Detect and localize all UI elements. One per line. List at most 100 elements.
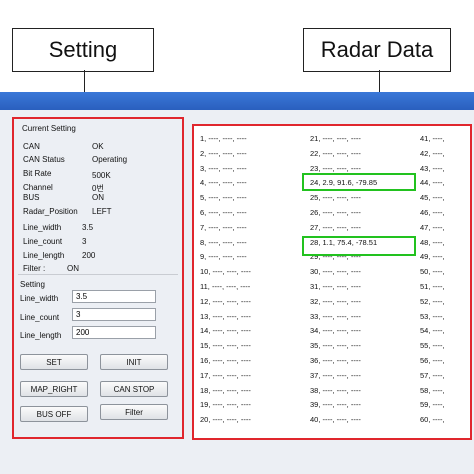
line-count-input[interactable]: 3 bbox=[72, 308, 156, 321]
set-button[interactable]: SET bbox=[20, 354, 88, 370]
radar-row: 23, ----, ----, ---- bbox=[310, 163, 361, 173]
radar-row: 41, ----, bbox=[420, 134, 445, 143]
label-bit-rate: Bit Rate bbox=[23, 169, 52, 178]
radar-row: 52, ----, bbox=[420, 296, 445, 306]
highlight-track-24 bbox=[302, 173, 416, 191]
radar-row: 10, ----, ----, ---- bbox=[200, 267, 251, 277]
filter-button-label: Filter bbox=[125, 407, 143, 417]
radar-row: 21, ----, ----, ---- bbox=[310, 134, 361, 143]
radar-row: 12, ----, ----, ---- bbox=[200, 296, 251, 306]
radar-row: 36, ----, ----, ---- bbox=[310, 356, 361, 365]
radar-row: 15, ----, ----, ---- bbox=[200, 341, 251, 351]
radar-row: 45, ----, bbox=[420, 193, 445, 203]
settings-divider bbox=[18, 274, 178, 275]
radar-row: 1, ----, ----, ---- bbox=[200, 134, 247, 143]
value-can-status: Operating bbox=[92, 155, 128, 164]
radar-row: 17, ----, ----, ---- bbox=[200, 370, 251, 380]
label-can-status: CAN Status bbox=[23, 155, 65, 164]
radar-row: 42, ----, bbox=[420, 148, 445, 158]
label-line-length: Line_length bbox=[23, 251, 65, 260]
label-line-count: Line_count bbox=[23, 237, 63, 246]
radar-row: 30, ----, ----, ---- bbox=[310, 267, 361, 277]
radar-data-callout-label: Radar Data bbox=[320, 37, 434, 62]
radar-row: 3, ----, ----, ---- bbox=[200, 163, 247, 173]
line-count-input-value: 3 bbox=[76, 310, 81, 319]
radar-row: 60, ----, bbox=[420, 415, 445, 425]
radar-row: 34, ----, ----, ---- bbox=[310, 326, 361, 336]
bus-off-button[interactable]: BUS OFF bbox=[20, 406, 88, 422]
value-can: OK bbox=[92, 142, 104, 151]
radar-row: 6, ----, ----, ---- bbox=[200, 208, 247, 217]
window-titlebar[interactable] bbox=[0, 92, 474, 110]
radar-row: 27, ----, ----, ---- bbox=[310, 222, 361, 232]
label-filter: Filter : bbox=[23, 264, 46, 273]
line-width-input-value: 3.5 bbox=[76, 292, 88, 301]
label-line-length-input: Line_length bbox=[20, 331, 62, 340]
line-width-input[interactable]: 3.5 bbox=[72, 290, 156, 303]
radar-row: 8, ----, ----, ---- bbox=[200, 237, 247, 247]
value-line-length: 200 bbox=[82, 251, 96, 260]
radar-row: 43, ----, bbox=[420, 163, 445, 173]
radar-row: 47, ----, bbox=[420, 222, 445, 232]
can-stop-button[interactable]: CAN STOP bbox=[100, 381, 168, 397]
radar-row: 38, ----, ----, ---- bbox=[310, 385, 361, 395]
map-right-button-label: MAP_RIGHT bbox=[30, 384, 78, 394]
radar-row: 40, ----, ----, ---- bbox=[310, 415, 361, 425]
current-setting-title: Current Setting bbox=[22, 124, 76, 133]
setting-callout-label: Setting bbox=[48, 37, 118, 62]
radar-row: 58, ----, bbox=[420, 385, 445, 395]
radar-row: 14, ----, ----, ---- bbox=[200, 326, 251, 336]
setting-callout: Setting bbox=[12, 28, 154, 72]
radar-row: 33, ----, ----, ---- bbox=[310, 311, 361, 321]
highlight-track-28 bbox=[302, 236, 416, 256]
label-line-width-input: Line_width bbox=[20, 294, 59, 303]
value-bit-rate: 500K bbox=[92, 171, 111, 180]
radar-row: 26, ----, ----, ---- bbox=[310, 208, 361, 217]
radar-row: 5, ----, ----, ---- bbox=[200, 193, 247, 203]
radar-row: 57, ----, bbox=[420, 370, 445, 380]
label-bus: BUS bbox=[23, 193, 40, 202]
bus-off-button-label: BUS OFF bbox=[36, 409, 72, 419]
radar-row: 46, ----, bbox=[420, 208, 445, 217]
map-right-button[interactable]: MAP_RIGHT bbox=[20, 381, 88, 397]
radar-row: 53, ----, bbox=[420, 311, 445, 321]
setting-section-title: Setting bbox=[20, 280, 45, 289]
radar-row: 22, ----, ----, ---- bbox=[310, 148, 361, 158]
radar-data-callout: Radar Data bbox=[303, 28, 451, 72]
radar-row: 18, ----, ----, ---- bbox=[200, 385, 251, 395]
radar-row: 11, ----, ----, ---- bbox=[200, 282, 251, 291]
radar-row: 35, ----, ----, ---- bbox=[310, 341, 361, 351]
value-radar-position: LEFT bbox=[92, 207, 112, 216]
radar-row: 50, ----, bbox=[420, 267, 445, 277]
radar-row: 55, ----, bbox=[420, 341, 445, 351]
value-bus: ON bbox=[92, 193, 104, 202]
radar-row: 59, ----, bbox=[420, 400, 445, 410]
value-line-count: 3 bbox=[82, 237, 87, 246]
radar-row: 2, ----, ----, ---- bbox=[200, 148, 247, 158]
label-can: CAN bbox=[23, 142, 40, 151]
radar-row: 31, ----, ----, ---- bbox=[310, 282, 361, 291]
radar-row: 32, ----, ----, ---- bbox=[310, 296, 361, 306]
label-line-width: Line_width bbox=[23, 223, 62, 232]
init-button[interactable]: INIT bbox=[100, 354, 168, 370]
set-button-label: SET bbox=[46, 357, 62, 367]
radar-row: 51, ----, bbox=[420, 282, 445, 291]
radar-row: 54, ----, bbox=[420, 326, 445, 336]
radar-row: 4, ----, ----, ---- bbox=[200, 178, 247, 188]
radar-row: 48, ----, bbox=[420, 237, 445, 247]
value-line-width: 3.5 bbox=[82, 223, 94, 232]
radar-row: 44, ----, bbox=[420, 178, 445, 188]
radar-row: 13, ----, ----, ---- bbox=[200, 311, 251, 321]
filter-button[interactable]: Filter bbox=[100, 404, 168, 420]
radar-row: 9, ----, ----, ---- bbox=[200, 252, 247, 262]
radar-row: 37, ----, ----, ---- bbox=[310, 370, 361, 380]
label-line-count-input: Line_count bbox=[20, 313, 60, 322]
radar-row: 20, ----, ----, ---- bbox=[200, 415, 251, 425]
radar-row: 7, ----, ----, ---- bbox=[200, 222, 247, 232]
line-length-input-value: 200 bbox=[76, 328, 90, 337]
label-radar-position: Radar_Position bbox=[23, 207, 78, 216]
label-channel: Channel bbox=[23, 183, 53, 192]
line-length-input[interactable]: 200 bbox=[72, 326, 156, 339]
can-stop-button-label: CAN STOP bbox=[113, 384, 155, 394]
init-button-label: INIT bbox=[126, 357, 142, 367]
